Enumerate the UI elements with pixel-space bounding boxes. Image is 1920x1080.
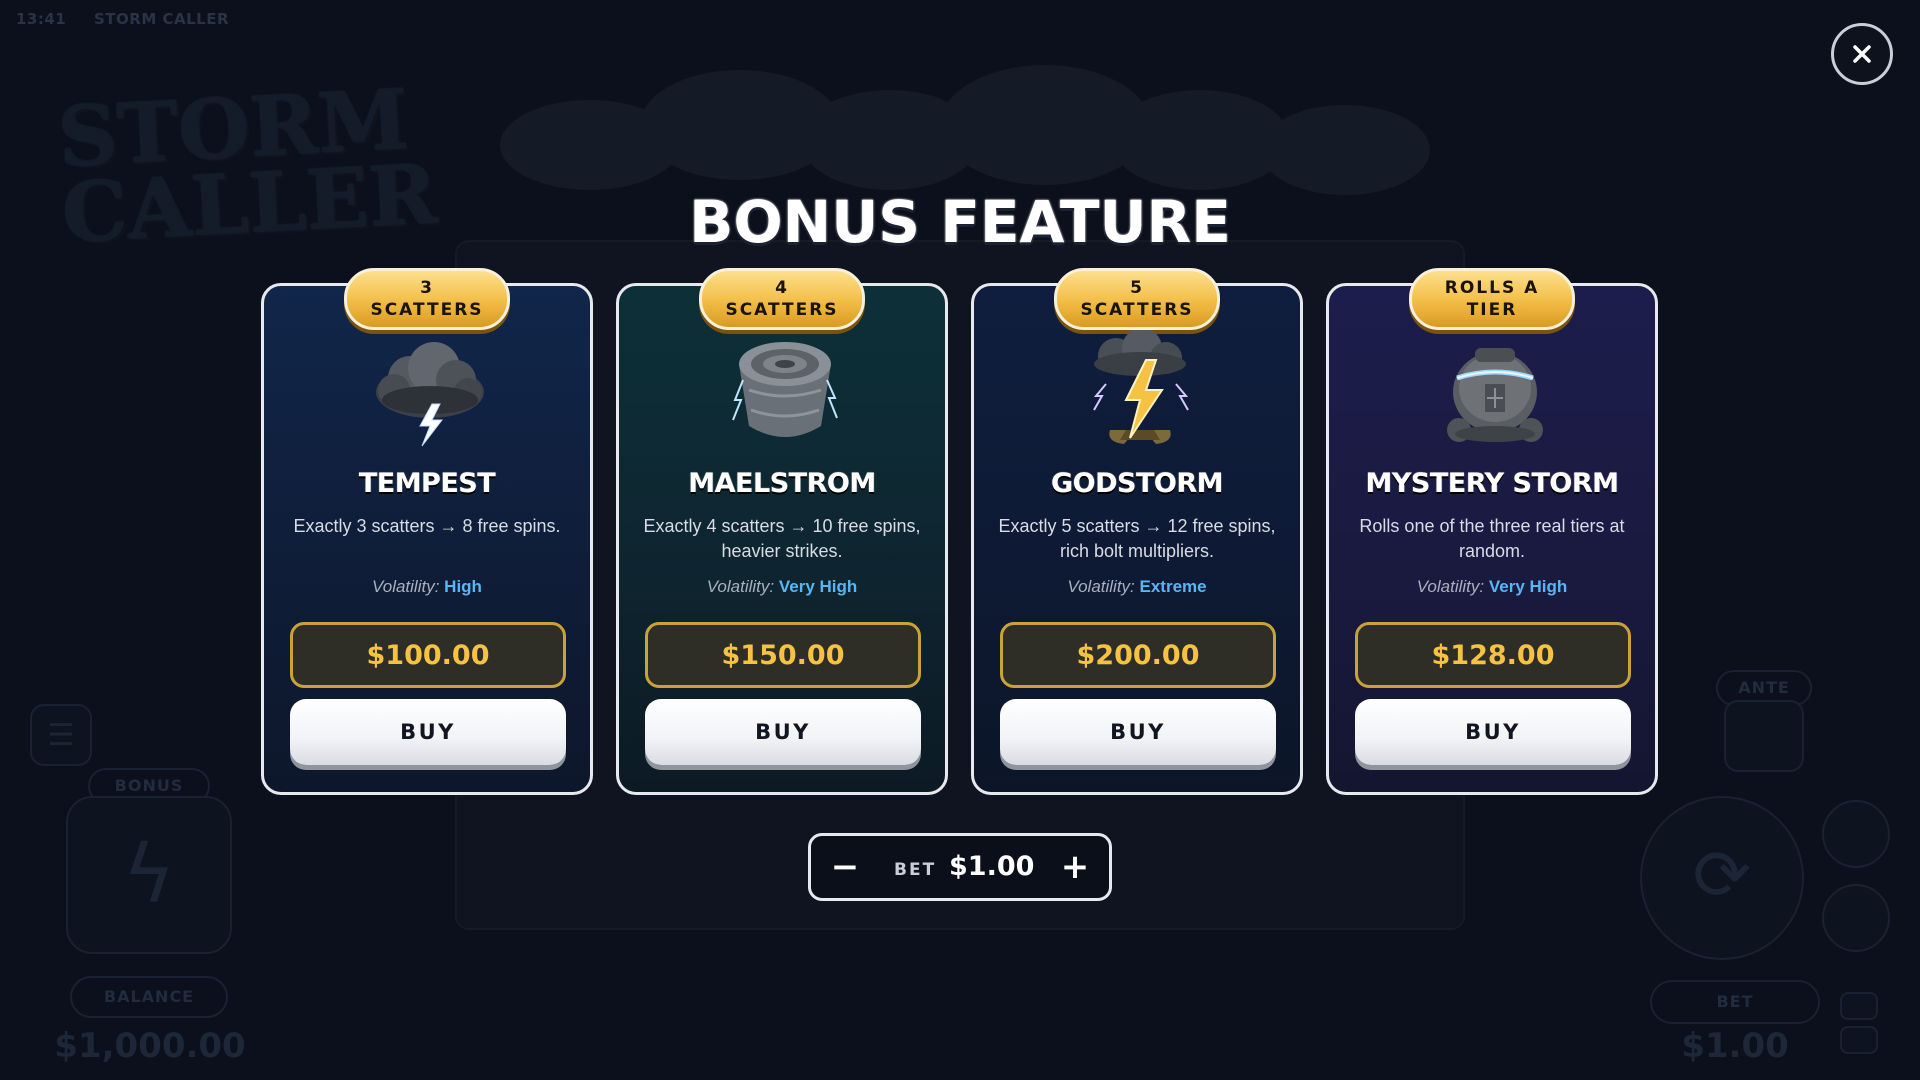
storm-cloud-icon [376, 342, 484, 447]
bolt-icon: ϟ [122, 828, 176, 921]
bet-value-bg: $1.00 [1681, 1026, 1789, 1066]
bet-selector: − BET $1.00 + [808, 833, 1112, 901]
close-icon [1853, 45, 1871, 63]
turbo-button [1822, 884, 1890, 952]
buy-button-maelstrom[interactable]: BUY [645, 699, 921, 765]
buy-button-godstorm[interactable]: BUY [1000, 699, 1276, 765]
volatility-row: Volatility: Very High [619, 577, 945, 597]
tier-badge: ROLLS A TIER [1409, 268, 1575, 330]
bet-label-bg: BET [1650, 980, 1820, 1024]
scatter-badge: 3 SCATTERS [344, 268, 510, 330]
ante-toggle [1724, 700, 1804, 772]
bonus-cards: 3 SCATTERS TEMPEST Exactly 3 scatters → … [261, 268, 1659, 795]
bet-value: $1.00 [949, 851, 1035, 882]
card-title: MYSTERY STORM [1365, 468, 1619, 499]
menu-button: ☰ [30, 704, 92, 766]
card-description: Rolls one of the three real tiers at ran… [1359, 516, 1625, 561]
lightning-bolt-icon [1093, 330, 1189, 444]
bonus-card-mystery-storm: ROLLS A TIER MYSTERY STORM Rolls one of … [1326, 268, 1658, 795]
volatility-value: Very High [1488, 577, 1568, 596]
bet-increase-button[interactable]: + [1047, 836, 1103, 898]
price-display: $150.00 [645, 622, 921, 688]
card-title: TEMPEST [358, 468, 496, 499]
card-description: Exactly 5 scatters → 12 free spins, rich… [998, 516, 1276, 561]
volatility-value: Extreme [1139, 577, 1207, 596]
bet-increase-bg [1840, 992, 1878, 1020]
volatility-row: Volatility: High [264, 577, 590, 597]
volatility-value: High [444, 577, 482, 596]
volatility-value: Very High [778, 577, 858, 596]
menu-icon: ☰ [47, 718, 75, 753]
close-button[interactable] [1831, 23, 1893, 85]
bonus-card-tempest: 3 SCATTERS TEMPEST Exactly 3 scatters → … [261, 268, 593, 795]
spin-icon: ⟳ [1692, 834, 1752, 916]
volatility-label: Volatility: [1416, 577, 1485, 596]
whirlpool-icon [732, 342, 838, 437]
price-display: $100.00 [290, 622, 566, 688]
volatility-label: Volatility: [1067, 577, 1135, 596]
modal-title: BONUS FEATURE [689, 188, 1231, 256]
balance-label: BALANCE [70, 976, 228, 1018]
buy-button-tempest[interactable]: BUY [290, 699, 566, 765]
background-clouds [500, 60, 1440, 200]
bet-decrease-bg [1840, 1026, 1878, 1054]
card-title: MAELSTROM [688, 468, 876, 499]
bet-decrease-button[interactable]: − [817, 836, 873, 898]
spin-button: ⟳ [1640, 796, 1804, 960]
mystery-urn-icon [1447, 348, 1543, 442]
bonus-card-godstorm: 5 SCATTERS GODSTORM Exactly 5 scatters →… [971, 268, 1303, 795]
scatter-badge: 5 SCATTERS [1054, 268, 1220, 330]
card-description: Exactly 4 scatters → 10 free spins, heav… [643, 516, 921, 561]
bonus-card-maelstrom: 4 SCATTERS MAELSTROM Exactly 4 scatters … [616, 268, 948, 795]
bet-label: BET [894, 860, 937, 880]
status-title: STORM CALLER [93, 10, 230, 28]
status-bar: 13:41 STORM CALLER [16, 10, 251, 28]
price-display: $128.00 [1355, 622, 1631, 688]
volatility-label: Volatility: [372, 577, 440, 596]
card-description: Exactly 3 scatters → 8 free spins. [293, 516, 561, 536]
volatility-row: Volatility: Extreme [974, 577, 1300, 597]
card-title: GODSTORM [1050, 468, 1224, 499]
status-time: 13:41 [16, 10, 67, 28]
autoplay-button [1822, 800, 1890, 868]
volatility-row: Volatility: Very High [1329, 577, 1655, 597]
volatility-label: Volatility: [706, 577, 775, 596]
buy-button-mystery-storm[interactable]: BUY [1355, 699, 1631, 765]
price-display: $200.00 [1000, 622, 1276, 688]
bonus-buy-button: ϟ [66, 796, 232, 954]
balance-value: $1,000.00 [54, 1026, 246, 1066]
scatter-badge: 4 SCATTERS [699, 268, 865, 330]
